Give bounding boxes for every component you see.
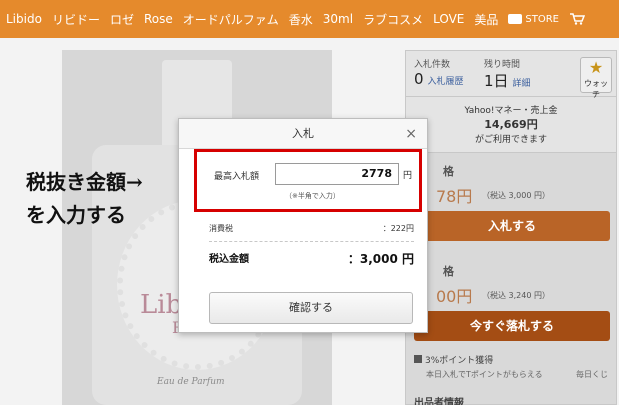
buynow-price-label: 格 [443,265,454,278]
daily-lottery-link[interactable]: 毎日くじ [576,369,608,380]
bid-count: 入札件数 0 入札履歴 [414,57,464,88]
annotation-text: 税抜き金額→ を入力する [26,166,143,232]
tax-row: 消費税 ：222円 [209,223,414,234]
annotation-line2: を入力する [26,203,126,227]
max-bid-input[interactable]: 2778 [275,163,399,185]
bid-count-value: 0 [414,70,424,88]
keyword-link[interactable]: オードパルファム [183,11,279,28]
input-hint: （※半角で入力） [285,192,340,200]
watch-label: ウォッチ [584,79,608,99]
annotation-line1: 税抜き金額→ [26,170,143,194]
keyword-link[interactable]: ラブコスメ [363,11,423,28]
total-label: 税込金額 [209,254,249,265]
total-row: 税込金額 ：3,000 円 [209,250,414,267]
dialog-header: 入札 × [179,119,427,149]
auction-panel: 入札件数 0 入札履歴 残り時間 1日 詳細 ★ ウォッチ Yahoo!マネー・売上… [405,50,617,405]
bid-button[interactable]: 入札する [414,211,610,241]
store-link[interactable]: STORE [508,14,559,25]
keyword-link[interactable]: Rose [144,12,173,26]
yahoo-line1: Yahoo!マネー・売上金 [464,106,558,116]
cart-icon[interactable] [569,13,585,25]
store-icon [508,14,523,24]
keyword-link[interactable]: LOVE [433,12,464,26]
buynow-price-tax: （税込 3,240 円） [482,291,550,300]
seller-info-heading: 出品者情報 [414,398,464,405]
time-left-label: 残り時間 [484,60,521,70]
tax-value: ：222円 [382,224,414,233]
current-price-tax: （税込 3,000 円） [482,191,550,200]
time-left-value: 1日 [484,72,509,90]
point-note: 本日入札でTポイントがもらえる [426,370,543,379]
point-row[interactable]: 3%ポイント獲得 [414,353,493,366]
current-price: 78円 [436,187,473,206]
yahoo-money: Yahoo!マネー・売上金 14,669円 がご利用できます [406,97,616,153]
keyword-link[interactable]: 香水 [289,11,313,28]
close-icon[interactable]: × [405,119,417,149]
auction-stats: 入札件数 0 入札履歴 残り時間 1日 詳細 ★ ウォッチ [406,51,616,99]
tax-label: 消費税 [209,224,233,233]
product-brand: Lib [140,290,183,320]
divider [209,241,414,242]
keyword-link[interactable]: 30ml [323,12,353,26]
keyword-link[interactable]: リビドー [52,11,100,28]
bid-dialog: 入札 × 最高入札額 2778 円 （※半角で入力） 消費税 ：222円 税込金… [178,118,428,333]
store-label: STORE [525,13,559,25]
bid-history-link[interactable]: 入札履歴 [428,77,464,87]
point-text: 3%ポイント獲得 [425,356,494,366]
yahoo-amount: 14,669円 [484,118,538,131]
play-icon [414,355,422,363]
watch-button[interactable]: ★ ウォッチ [580,57,612,99]
max-bid-label: 最高入札額 [214,172,260,182]
total-value: ：3,000 円 [347,252,414,266]
highlight-box: 最高入札額 2778 円 （※半角で入力） [194,149,422,212]
time-left: 残り時間 1日 詳細 [484,57,531,91]
keyword-link[interactable]: Libido [6,12,42,26]
keyword-link[interactable]: 美品 [474,11,498,28]
yen-unit: 円 [403,171,413,181]
current-price-label: 格 [443,165,454,178]
product-edp: Eau de Parfum [157,377,225,387]
buynow-price: 00円 [436,287,473,306]
buy-now-button[interactable]: 今すぐ落札する [414,311,610,341]
yahoo-line3: がご利用できます [474,135,547,145]
star-icon: ★ [588,58,604,77]
keyword-link[interactable]: ロゼ [110,11,134,28]
confirm-button[interactable]: 確認する [209,292,413,324]
dialog-title: 入札 [292,127,314,140]
detail-link[interactable]: 詳細 [513,79,531,89]
bid-count-label: 入札件数 [414,60,451,70]
keyword-bar: Libido リビドー ロゼ Rose オードパルファム 香水 30ml ラブコ… [0,0,619,38]
